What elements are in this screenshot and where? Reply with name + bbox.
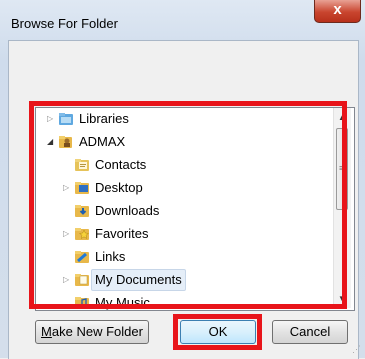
ok-highlight-box xyxy=(173,314,262,350)
resize-grip-icon[interactable]: ⋰ xyxy=(352,344,361,355)
make-new-folder-accel: M xyxy=(41,324,52,339)
close-button[interactable]: x xyxy=(314,0,361,23)
dialog-title: Browse For Folder xyxy=(11,16,118,31)
cancel-button[interactable]: Cancel xyxy=(272,320,348,344)
tree-highlight-box xyxy=(29,101,347,309)
title-bar: Browse For Folder x xyxy=(0,0,365,40)
make-new-folder-label: ake New Folder xyxy=(51,324,143,339)
close-icon: x xyxy=(333,1,342,18)
make-new-folder-button[interactable]: Make New Folder xyxy=(35,320,149,344)
cancel-label: Cancel xyxy=(289,324,331,339)
description-area xyxy=(16,52,346,82)
browse-for-folder-dialog: Browse For Folder x ▷ Libraries ◢ ADMAX … xyxy=(0,0,365,359)
